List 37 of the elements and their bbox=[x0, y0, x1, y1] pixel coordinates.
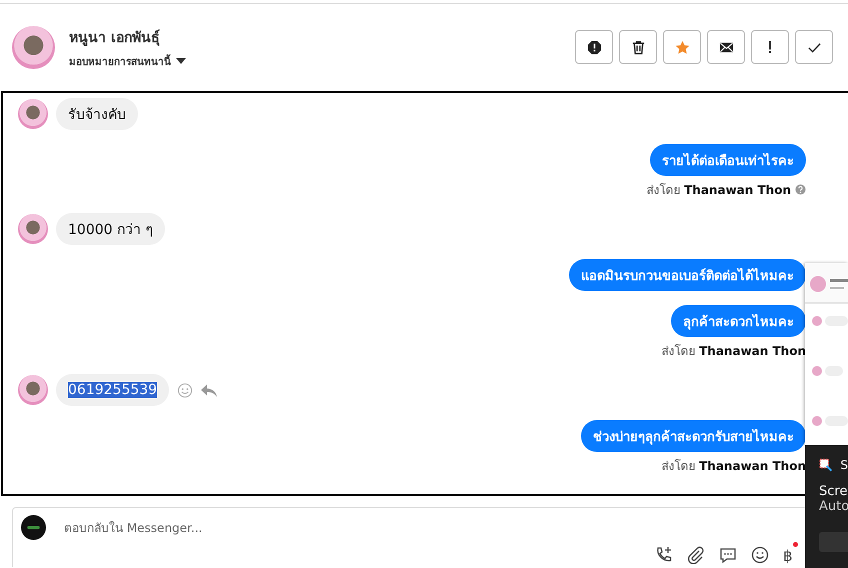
phone-plus-icon[interactable] bbox=[655, 546, 673, 564]
avatar bbox=[18, 99, 48, 129]
question-icon bbox=[795, 184, 806, 195]
message-bubble: ลุกค้าสะดวกไหมคะ bbox=[671, 305, 806, 337]
avatar bbox=[12, 26, 55, 68]
assign-dropdown[interactable]: มอบหมายการสนทนานี้ bbox=[69, 54, 186, 68]
message-bubble: รายได้ต่อเดือนเท่าไรคะ bbox=[650, 144, 806, 176]
delete-button[interactable] bbox=[619, 30, 657, 64]
star-icon bbox=[674, 40, 690, 54]
paperclip-icon[interactable] bbox=[687, 546, 705, 564]
message-bubble: รับจ้างคับ bbox=[56, 98, 138, 130]
sent-by-text: ส่งโดย Thanawan Thon bbox=[646, 182, 791, 199]
sent-by-text: ส่งโดย Thanawan Thon bbox=[661, 458, 806, 475]
app-name: S bbox=[840, 458, 848, 472]
sent-by-text: ส่งโดย Thanawan Thon bbox=[661, 343, 806, 360]
avatar bbox=[18, 375, 48, 405]
smiley-icon[interactable] bbox=[751, 546, 769, 564]
notification-title: Scre bbox=[819, 484, 848, 499]
contact-name: หนูนา เอกพันธุ์ bbox=[69, 28, 161, 48]
message-bubble: 0619255539 bbox=[56, 374, 170, 406]
star-button[interactable] bbox=[663, 30, 701, 64]
spam-button[interactable] bbox=[575, 30, 613, 64]
message-bubble: ช่วงบ่ายๆลุกค้าสะดวกรับสายไหมคะ bbox=[581, 420, 806, 452]
message-bubble: แอดมินรบกวนขอเบอร์ติดต่อได้ไหมคะ bbox=[569, 259, 806, 291]
trash-icon bbox=[630, 40, 646, 54]
notification-dot bbox=[793, 542, 798, 547]
notification-text: Auto bbox=[819, 499, 848, 514]
page-logo-icon bbox=[21, 515, 46, 540]
reply-icon[interactable] bbox=[201, 382, 218, 398]
caret-icon bbox=[176, 58, 186, 64]
message-bubble: 10000 กว่า ๆ bbox=[56, 213, 166, 245]
chat-icon[interactable] bbox=[719, 546, 737, 564]
avatar bbox=[18, 214, 48, 244]
snipping-tool-icon bbox=[819, 458, 832, 472]
unread-button[interactable] bbox=[707, 30, 745, 64]
currency-button[interactable]: ฿ bbox=[783, 548, 793, 566]
octagon-alert-icon bbox=[586, 40, 602, 54]
